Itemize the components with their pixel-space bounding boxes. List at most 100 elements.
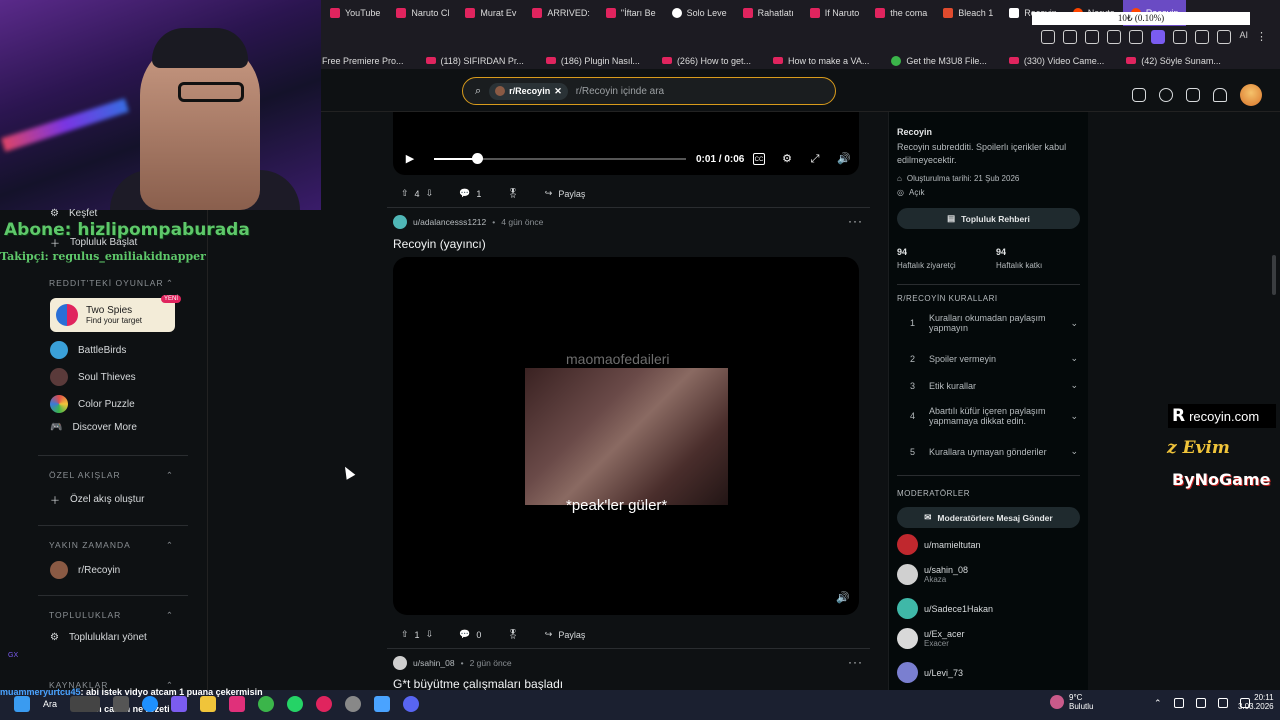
chrome-icon[interactable] (258, 696, 275, 712)
browser-tab[interactable]: YouTube (322, 0, 388, 26)
bookmark[interactable]: (186) Plugin Nasıl... (545, 56, 640, 66)
rule-item[interactable]: 4 Abartılı küfür içeren paylaşım yapmamay… (910, 406, 1078, 426)
browser-tab[interactable]: If Naruto (802, 0, 868, 26)
screenshot-icon[interactable] (1041, 30, 1056, 44)
more-options-icon[interactable]: ··· (848, 655, 863, 669)
download-icon[interactable] (1217, 30, 1232, 44)
featured-game-card[interactable]: Two Spies Find your target (50, 298, 175, 332)
bookmark[interactable]: Free Premiere Pro... (322, 56, 404, 66)
chevron-up-icon[interactable]: ⌃ (1154, 698, 1162, 709)
rule-item[interactable]: 2 Spoiler vermeyin ⌄ (910, 353, 1078, 364)
more-options-icon[interactable]: ··· (848, 214, 863, 228)
comments-button[interactable]: 💬 0 (451, 625, 489, 644)
bell-icon[interactable] (1213, 88, 1227, 102)
browser-tab[interactable]: Solo Leve (664, 0, 735, 26)
moderator-item[interactable]: u/sahin_08 Akaza (897, 564, 968, 585)
close-icon[interactable]: ✕ (554, 86, 562, 97)
copilot-icon[interactable] (171, 696, 188, 712)
gear-icon[interactable]: ⚙ (781, 153, 793, 165)
browser-tab[interactable]: "İftarı Be (598, 0, 664, 26)
browser-tab[interactable]: Murat Ev (457, 0, 524, 26)
play-icon[interactable]: ▶ (404, 153, 416, 165)
games-section-header[interactable]: REDDIT'TEKİ OYUNLAR ⌃ (49, 278, 174, 289)
share-button[interactable]: ↪ Paylaş (537, 625, 594, 644)
community-filter-chip[interactable]: r/Recoyin ✕ (489, 82, 568, 100)
bookmark[interactable]: (118) SIFIRDAN Pr... (425, 56, 524, 66)
instagram-icon[interactable] (229, 696, 246, 712)
user-avatar[interactable] (1240, 84, 1262, 106)
message-mods-button[interactable]: ✉ Moderatörlere Mesaj Gönder (897, 507, 1080, 528)
play-icon[interactable] (1107, 30, 1122, 44)
recent-header[interactable]: YAKIN ZAMANDA ⌃ (49, 540, 174, 551)
post-author[interactable]: u/sahin_08 (413, 658, 455, 668)
mic-icon[interactable] (1173, 698, 1184, 708)
browser-tab[interactable]: Rahatlatı (735, 0, 802, 26)
browser-tab[interactable]: Naruto Cl (388, 0, 457, 26)
ads-icon[interactable] (1132, 88, 1146, 102)
steam-icon[interactable] (374, 696, 391, 712)
sidebar-item-explore[interactable]: ⚙ Keşfet (50, 208, 97, 219)
edge-icon[interactable] (142, 696, 159, 712)
rule-item[interactable]: 5 Kurallara uymayan gönderiler ⌄ (910, 446, 1078, 457)
comments-button[interactable]: 💬 1 (451, 184, 489, 203)
fullscreen-icon[interactable]: ⤢ (809, 153, 821, 165)
post-author[interactable]: u/adalancesss1212 (413, 217, 486, 227)
downvote-icon[interactable]: ⇩ (426, 188, 434, 199)
browser-tab[interactable]: ARRIVED: (524, 0, 598, 26)
moderator-item[interactable]: u/Sadece1Hakan (897, 598, 993, 619)
share-button[interactable]: ↪ Paylaş (537, 184, 594, 203)
award-button[interactable]: 🎖 (499, 625, 526, 644)
vote-control[interactable]: ⇧ 4 ⇩ (393, 184, 441, 203)
sidebar-item-game[interactable]: Soul Thieves (50, 368, 136, 386)
whatsapp-icon[interactable] (287, 696, 304, 712)
bookmark[interactable]: How to make a VA... (772, 56, 869, 66)
extension-icon[interactable] (1151, 30, 1166, 44)
browser-tab[interactable]: the coma (867, 0, 935, 26)
downvote-icon[interactable]: ⇩ (426, 629, 434, 640)
user-avatar[interactable] (393, 656, 407, 670)
rule-item[interactable]: 1 Kuralları okumadan paylaşım yapmayın ⌄ (910, 313, 1078, 333)
widgets-icon[interactable] (70, 696, 101, 712)
taskview-icon[interactable] (113, 696, 130, 712)
obs-icon[interactable] (345, 696, 362, 712)
weather-widget[interactable]: 9°C Bulutlu (1050, 693, 1093, 711)
scrollbar-thumb[interactable] (1272, 255, 1276, 295)
manage-communities[interactable]: ⚙ Toplulukları yönet (50, 632, 147, 643)
folder-icon[interactable] (200, 696, 217, 712)
moderator-item[interactable]: u/mamieltutan (897, 534, 981, 555)
bookmark[interactable]: Get the M3U8 File... (891, 55, 987, 66)
heart-icon[interactable] (1129, 30, 1144, 44)
box-icon[interactable] (1195, 30, 1210, 44)
sidebar-item-recoyin[interactable]: r/Recoyin (50, 561, 120, 579)
award-button[interactable]: 🎖 (499, 184, 526, 203)
rule-item[interactable]: 3 Etik kurallar ⌄ (910, 380, 1078, 391)
upvote-icon[interactable]: ⇧ (401, 188, 409, 199)
upvote-icon[interactable]: ⇧ (401, 629, 409, 640)
shield-icon[interactable] (1085, 30, 1100, 44)
vote-control[interactable]: ⇧ 1 ⇩ (393, 625, 441, 644)
bookmark[interactable]: (330) Video Came... (1008, 56, 1104, 66)
post-title[interactable]: Recoyin (yayıncı) (393, 237, 486, 251)
captions-icon[interactable]: CC (753, 153, 765, 165)
bookmark[interactable]: (266) How to get... (661, 56, 751, 66)
puzzle-icon[interactable] (1173, 30, 1188, 44)
crop-icon[interactable] (1063, 30, 1078, 44)
ai-button[interactable]: AI (1239, 30, 1248, 44)
scrubber-handle[interactable] (472, 153, 483, 164)
windows-start-icon[interactable] (14, 696, 30, 712)
communities-header[interactable]: TOPLULUKLAR ⌃ (49, 610, 174, 621)
volume-icon[interactable] (1217, 698, 1228, 708)
create-post-icon[interactable] (1186, 88, 1200, 102)
volume-icon[interactable]: 🔊 (836, 592, 850, 604)
video-player[interactable] (393, 112, 859, 175)
discord-icon[interactable] (403, 696, 420, 712)
user-avatar[interactable] (393, 215, 407, 229)
moderator-item[interactable]: u/Ex_acer Exacer (897, 628, 965, 649)
community-guide-button[interactable]: ▤ Topluluk Rehberi (897, 208, 1080, 229)
taskbar-search[interactable]: Ara (43, 699, 57, 709)
moderator-item[interactable]: u/Levi_73 (897, 662, 963, 683)
sidebar-item-game[interactable]: Color Puzzle (50, 395, 135, 413)
bookmark[interactable]: (42) Söyle Sunam... (1126, 56, 1221, 66)
page-scrollbar[interactable] (1271, 112, 1277, 690)
sidebar-item-game[interactable]: BattleBirds (50, 341, 126, 359)
